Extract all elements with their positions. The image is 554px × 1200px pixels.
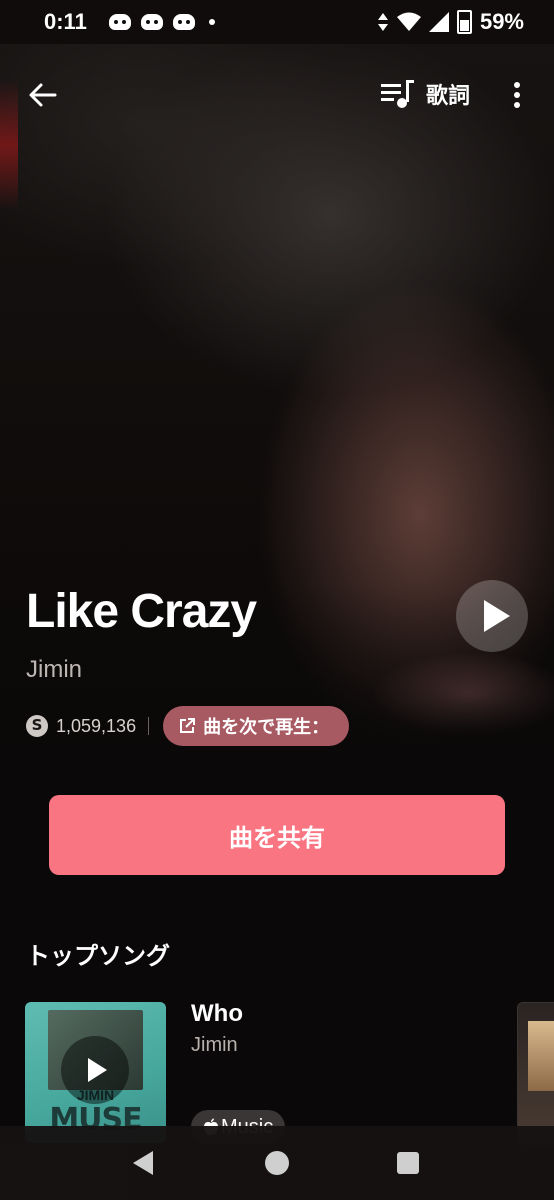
next-track-art: [528, 1021, 554, 1091]
track-album-art[interactable]: JIMIN MUSE: [25, 1002, 166, 1143]
shazam-count: 1,059,136: [56, 715, 137, 736]
track-title[interactable]: Who: [191, 1000, 243, 1028]
play-button[interactable]: [456, 580, 528, 652]
nav-recents-icon[interactable]: [397, 1152, 419, 1174]
divider: [148, 717, 150, 735]
track-artist: Jimin: [191, 1034, 238, 1056]
battery-percent: 59%: [479, 9, 524, 34]
next-track-card[interactable]: [517, 1002, 554, 1145]
system-icons: 59%: [377, 0, 524, 44]
battery-icon: [456, 10, 472, 34]
top-bar: 歌詞: [0, 66, 554, 122]
navigation-bar: [0, 1126, 554, 1200]
more-vertical-icon: [514, 82, 520, 108]
lyrics-button[interactable]: 歌詞: [380, 76, 470, 112]
lyrics-label: 歌詞: [426, 83, 471, 108]
data-arrows-icon: [377, 13, 388, 31]
notification-icons: [108, 14, 215, 30]
play-next-button[interactable]: 曲を次で再生：: [163, 706, 350, 746]
nav-home-icon[interactable]: [265, 1151, 289, 1175]
song-artist[interactable]: Jimin: [26, 656, 82, 684]
signal-icon: [428, 12, 449, 32]
arrow-left-icon: [29, 83, 57, 107]
back-button[interactable]: [26, 78, 60, 112]
track-play-button[interactable]: [61, 1036, 129, 1104]
status-time: 0:11: [44, 9, 87, 34]
discord-icon: [108, 14, 131, 30]
share-song-button[interactable]: 曲を共有: [49, 795, 505, 875]
song-title: Like Crazy: [26, 585, 257, 638]
song-meta-row: 1,059,136 曲を次で再生：: [26, 706, 350, 746]
play-icon: [484, 600, 510, 632]
play-icon: [88, 1058, 107, 1082]
discord-icon: [172, 14, 195, 30]
more-options-button[interactable]: [500, 78, 534, 112]
shazam-icon: [26, 715, 48, 737]
wifi-icon: [396, 12, 421, 31]
dot-icon: [208, 19, 215, 25]
discord-icon: [140, 14, 163, 30]
top-songs-heading: トップソング: [26, 943, 170, 970]
lyrics-icon: [381, 80, 414, 108]
play-next-label: 曲を次で再生：: [203, 717, 330, 737]
status-bar: 0:11 59%: [0, 0, 554, 44]
external-link-icon: [180, 718, 196, 733]
nav-back-icon[interactable]: [131, 1150, 155, 1176]
